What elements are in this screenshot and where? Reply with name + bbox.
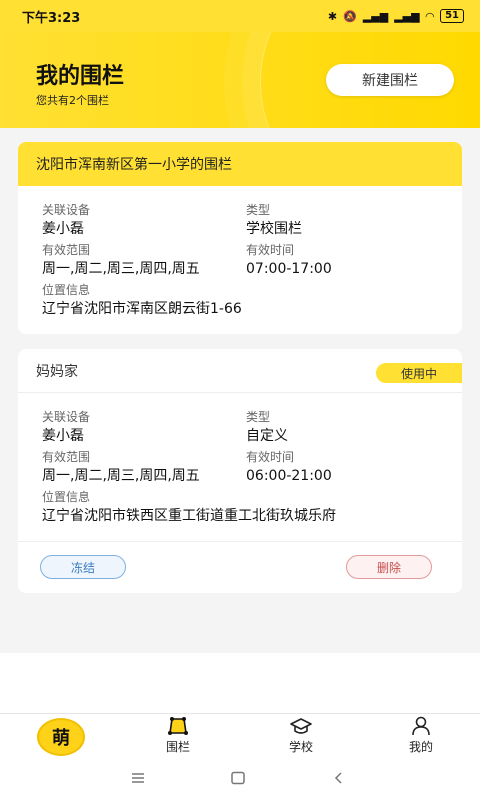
time-value: 07:00-17:00: [246, 261, 332, 277]
location-value: 辽宁省沈阳市浑南区朗云街1-66: [42, 301, 242, 317]
tab-label: 学校: [288, 740, 313, 754]
tab-fence[interactable]: 围栏: [138, 714, 218, 759]
menu-icon[interactable]: [130, 768, 146, 788]
type-label: 类型: [246, 203, 271, 217]
content-footer-area: [0, 653, 480, 713]
device-value: 姜小磊: [42, 221, 84, 237]
mute-icon: 🔕: [343, 9, 357, 23]
tab-label: 围栏: [165, 740, 190, 754]
system-nav-bar: [0, 758, 480, 800]
wifi-icon: ◠: [425, 9, 435, 23]
status-time: 下午3:23: [22, 10, 81, 26]
tab-mine[interactable]: 我的: [381, 714, 461, 759]
range-label: 有效范围: [42, 243, 91, 257]
page-header: 我的围栏 您共有2个围栏 新建围栏: [0, 32, 480, 128]
type-value: 学校围栏: [246, 221, 302, 237]
status-badge: 使用中: [376, 363, 462, 383]
device-value: 姜小磊: [42, 428, 84, 444]
time-value: 06:00-21:00: [246, 468, 332, 484]
home-icon[interactable]: [230, 768, 246, 788]
back-icon[interactable]: [332, 768, 346, 788]
new-fence-button[interactable]: 新建围栏: [326, 64, 454, 96]
range-label: 有效范围: [42, 450, 91, 464]
fence-card[interactable]: 妈妈家 使用中 关联设备 姜小磊 类型 自定义 有效范围 周一,周二,周三,周四…: [18, 349, 462, 593]
page-title: 我的围栏: [36, 64, 125, 89]
user-icon: [412, 716, 430, 736]
time-label: 有效时间: [246, 243, 295, 257]
device-label: 关联设备: [42, 203, 91, 217]
graduation-cap-icon: [290, 718, 312, 734]
status-bar: 下午3:23 ✱ 🔕 ▂▄▆ ▂▄▆ ◠ 51: [0, 0, 480, 32]
location-label: 位置信息: [42, 490, 91, 504]
card-actions: 冻结 删除: [18, 541, 462, 593]
tab-label: 我的: [408, 740, 433, 754]
signal-icon-2: ▂▄▆: [394, 9, 420, 23]
delete-button[interactable]: 删除: [346, 555, 432, 579]
signal-icon: ▂▄▆: [362, 9, 389, 23]
fence-count: 您共有2个围栏: [36, 94, 109, 107]
freeze-button[interactable]: 冻结: [40, 555, 126, 579]
type-label: 类型: [246, 410, 271, 424]
fence-name: 沈阳市浑南新区第一小学的围栏: [18, 142, 462, 186]
fence-card[interactable]: 沈阳市浑南新区第一小学的围栏 关联设备 姜小磊 类型 学校围栏 有效范围 周一,…: [18, 142, 462, 334]
time-label: 有效时间: [246, 450, 295, 464]
bluetooth-icon: ✱: [327, 9, 338, 23]
tab-school[interactable]: 学校: [261, 714, 341, 759]
range-value: 周一,周二,周三,周四,周五: [42, 468, 200, 484]
battery-icon: 51: [440, 9, 464, 23]
range-value: 周一,周二,周三,周四,周五: [42, 261, 200, 277]
type-value: 自定义: [246, 428, 288, 444]
location-label: 位置信息: [42, 283, 91, 297]
location-value: 辽宁省沈阳市铁西区重工街道重工北街玖城乐府: [42, 508, 336, 524]
home-logo-button[interactable]: 萌: [37, 718, 85, 756]
device-label: 关联设备: [42, 410, 91, 424]
fence-icon: [168, 717, 188, 735]
